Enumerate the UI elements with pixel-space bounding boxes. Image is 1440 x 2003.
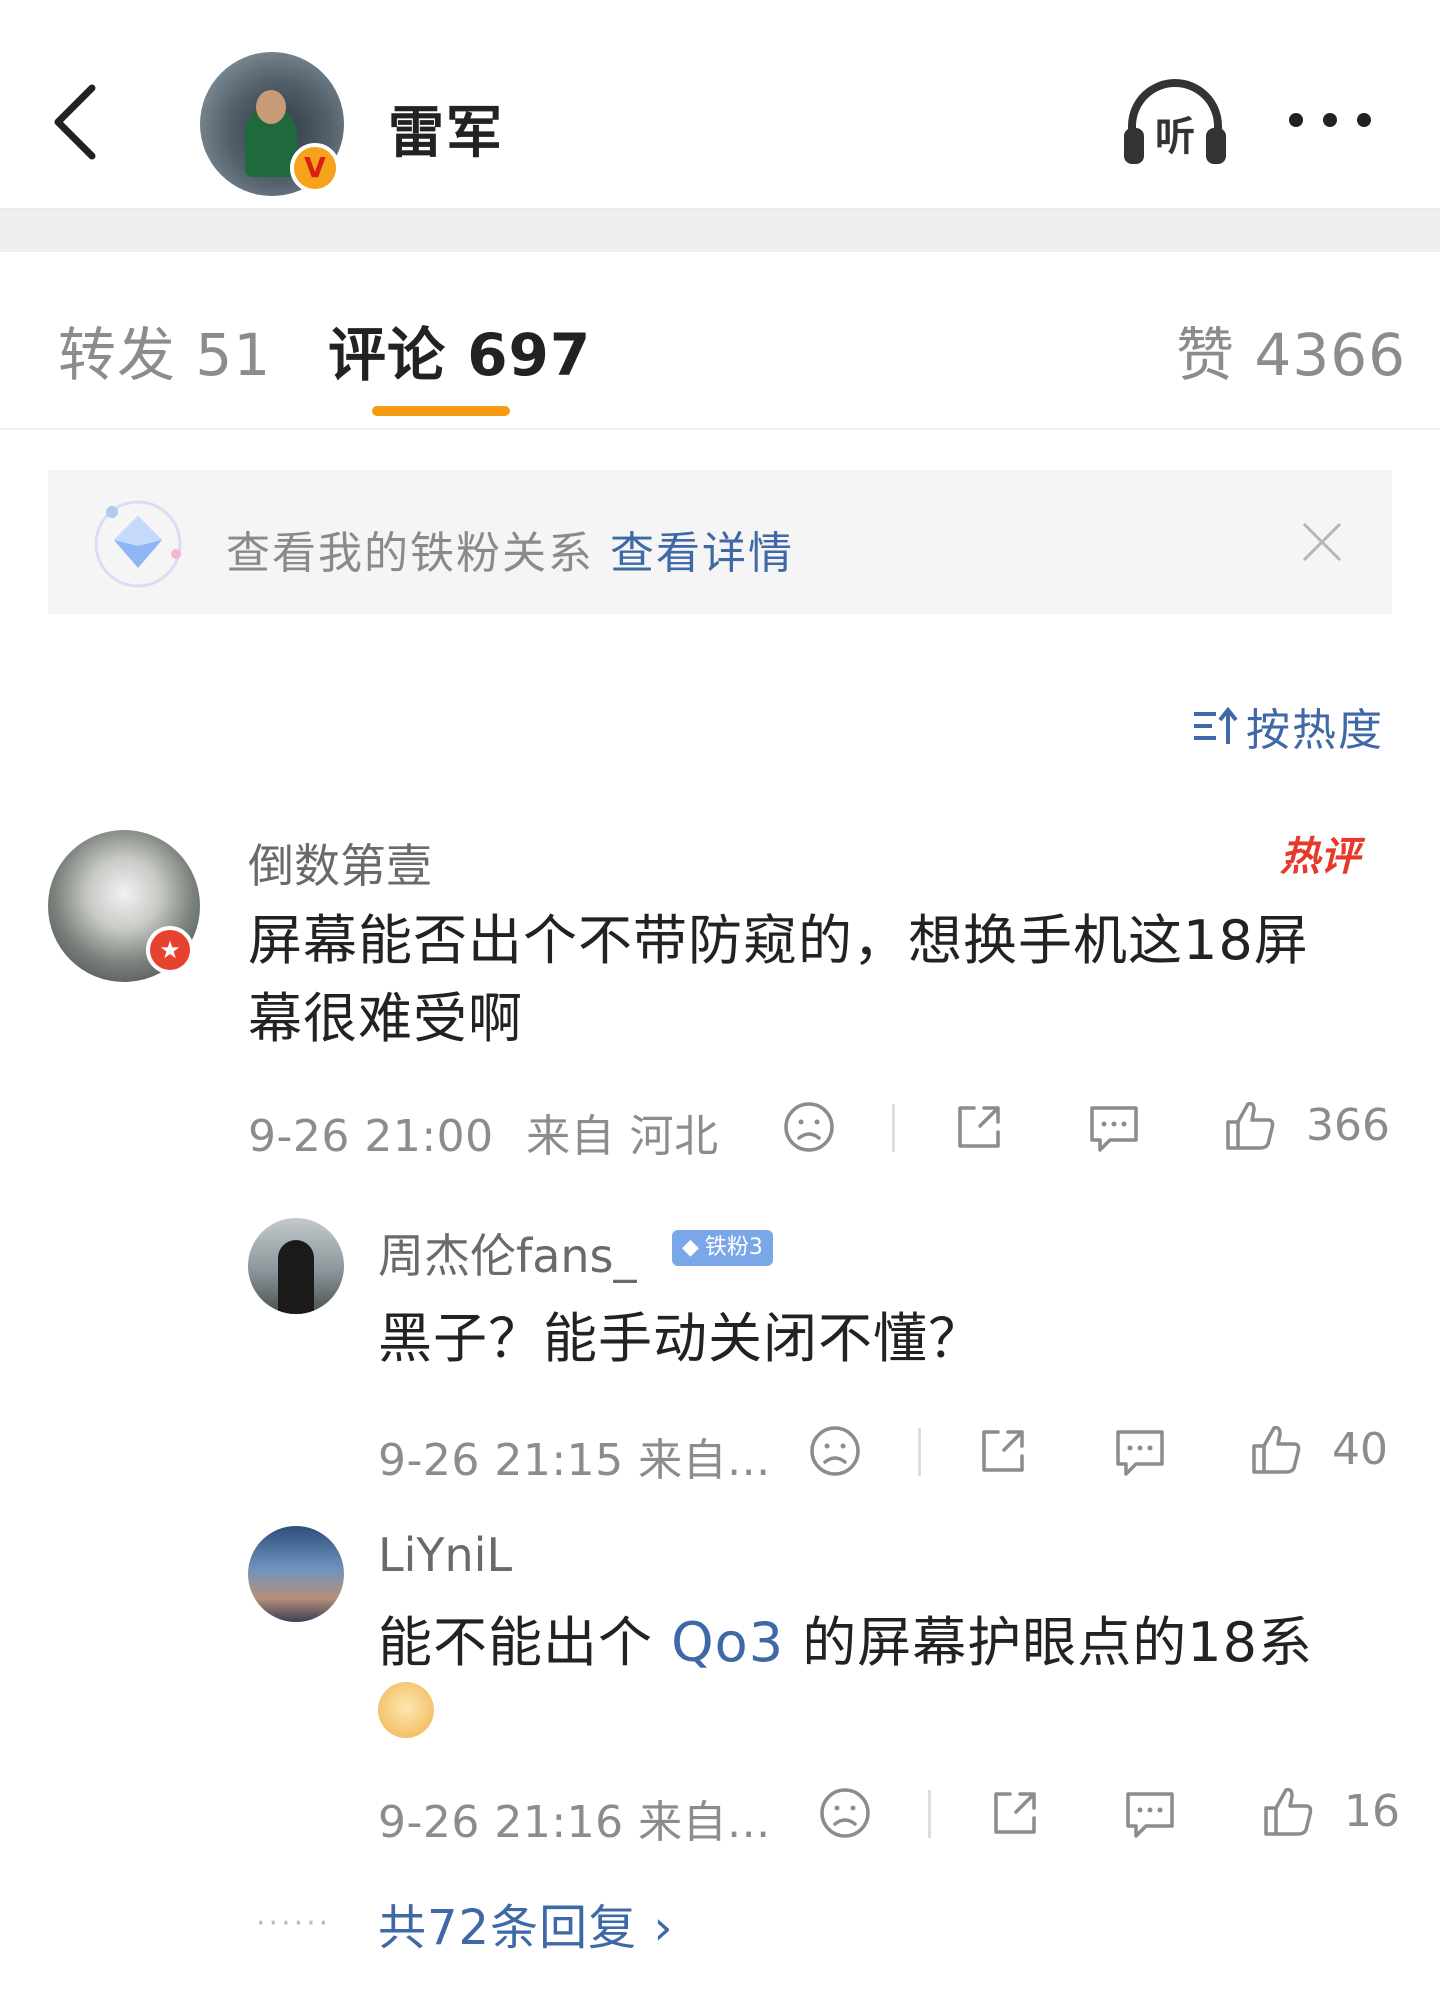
reply-meta: 9-26 21:16 来自... [378, 1797, 771, 1848]
doge-emoji-icon [378, 1682, 434, 1738]
replies-dots: ······ [256, 1906, 332, 1941]
more-dots-icon [1289, 113, 1371, 127]
tab-comments[interactable]: 评论 697 [328, 308, 591, 392]
action-separator [918, 1428, 921, 1476]
share-icon [982, 1430, 1024, 1472]
sort-label: 按热度 [1246, 705, 1384, 756]
verified-badge: V [290, 143, 340, 193]
reply-username[interactable]: LiYniL [378, 1528, 512, 1582]
reply-text-after: 的屏幕护眼点的18系 [802, 1611, 1313, 1674]
headphone-icon: 听 [1124, 79, 1226, 164]
reply-text: 黑子？能手动关闭不懂？ [378, 1307, 983, 1370]
page-title: 雷军 [388, 101, 504, 166]
comment-icon [1116, 1430, 1164, 1476]
comment-icon [1126, 1792, 1174, 1838]
thumbs-up-icon [1226, 1101, 1275, 1150]
thumbs-up-icon [1252, 1425, 1301, 1474]
reply-meta: 9-26 21:15 来自... [378, 1435, 771, 1486]
reply-button[interactable] [1112, 1424, 1168, 1480]
more-button[interactable] [1280, 100, 1380, 140]
frown-icon [810, 1426, 860, 1476]
like-button[interactable] [1248, 1422, 1304, 1478]
tab-reposts[interactable]: 转发 51 [58, 308, 271, 392]
share-button[interactable] [952, 1100, 1006, 1154]
avatar[interactable] [248, 1218, 344, 1314]
reply-text-before: 能不能出个 [378, 1611, 653, 1674]
hot-comment-badge: 热评 [1280, 834, 1360, 880]
frown-icon [820, 1788, 870, 1838]
section-gap [0, 212, 1440, 252]
avatar-face [256, 90, 286, 124]
frown-icon [784, 1102, 834, 1152]
reply-link-text: Qo3 [671, 1611, 785, 1674]
diamond-icon [90, 496, 186, 592]
avatar[interactable] [248, 1526, 344, 1622]
diamond-icon: ◆ [682, 1235, 699, 1260]
comment-meta: 9-26 21:00 来自 河北 [248, 1100, 719, 1164]
share-button[interactable] [988, 1786, 1042, 1840]
tabs-divider [0, 428, 1440, 430]
member-badge-icon: ★ [146, 926, 194, 974]
like-button[interactable] [1260, 1784, 1316, 1840]
share-button[interactable] [976, 1424, 1030, 1478]
close-button[interactable] [1298, 518, 1346, 566]
like-button[interactable] [1222, 1098, 1278, 1154]
reply-button[interactable] [1122, 1786, 1178, 1842]
reply-username[interactable]: 周杰伦fans_ [378, 1220, 637, 1286]
thumbs-up-icon [1264, 1787, 1313, 1836]
reply-text: 能不能出个 Qo3 的屏幕护眼点的18系 [378, 1604, 1313, 1682]
avatar-person [278, 1240, 314, 1314]
close-icon [1302, 522, 1342, 562]
comment-location: 来自 河北 [526, 1111, 719, 1162]
iron-fan-badge: ◆ 铁粉3 [672, 1230, 773, 1266]
share-icon [994, 1792, 1036, 1834]
comment-text-line2: 幕很难受啊 [248, 987, 523, 1050]
tab-likes[interactable]: 赞 4366 [1176, 308, 1406, 392]
listen-button[interactable]: 听 [1118, 70, 1232, 170]
dislike-button[interactable] [818, 1786, 872, 1840]
sort-button[interactable]: 按热度 [1190, 694, 1384, 758]
search-link[interactable]: Qo3 [671, 1611, 784, 1674]
comment-text-line1: 屏幕能否出个不带防窥的，想换手机这18屏 [248, 909, 1309, 972]
comment-icon [1090, 1106, 1138, 1152]
reply-button[interactable] [1086, 1100, 1142, 1156]
fan-banner-label: 查看我的铁粉关系 [226, 528, 594, 579]
like-count: 16 [1344, 1786, 1400, 1837]
dislike-button[interactable] [808, 1424, 862, 1478]
share-icon [958, 1106, 1000, 1148]
chevron-left-icon [54, 84, 96, 160]
active-tab-indicator [372, 406, 510, 416]
sort-icon [1194, 706, 1238, 744]
more-replies-link[interactable]: 共72条回复 › [378, 1888, 674, 1958]
back-button[interactable] [40, 70, 120, 170]
comment-username[interactable]: 倒数第壹 [248, 830, 432, 896]
fan-banner-link[interactable]: 查看详情 [610, 528, 794, 579]
listen-label: 听 [1155, 114, 1195, 160]
like-count: 366 [1306, 1100, 1390, 1151]
action-separator [928, 1790, 931, 1838]
iron-fan-level: 铁粉3 [704, 1235, 763, 1260]
comment-time: 9-26 21:00 [248, 1111, 494, 1162]
fan-banner-text: 查看我的铁粉关系 查看详情 [226, 517, 794, 581]
action-separator [892, 1104, 895, 1152]
dislike-button[interactable] [782, 1100, 836, 1154]
like-count: 40 [1332, 1424, 1388, 1475]
